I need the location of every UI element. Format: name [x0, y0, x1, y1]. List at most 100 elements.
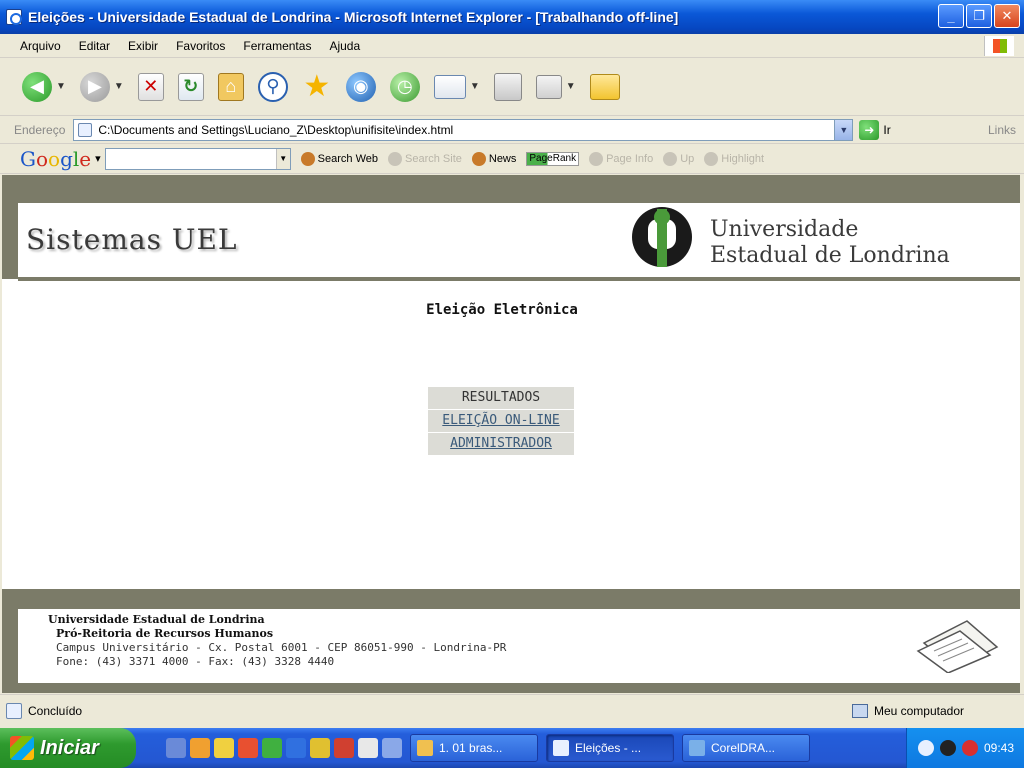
print-button[interactable]	[493, 72, 522, 101]
system-tray: 09:43	[906, 728, 1024, 768]
menu-favoritos[interactable]: Favoritos	[176, 39, 225, 53]
quicklaunch-app8-icon[interactable]	[334, 738, 354, 758]
quicklaunch-app3-icon[interactable]	[214, 738, 234, 758]
refresh-button[interactable]: ↻	[177, 72, 204, 101]
search-site-icon	[388, 151, 402, 166]
ie-window: Eleições - Universidade Estadual de Lond…	[0, 0, 1024, 728]
university-name-line1: Universidade	[710, 217, 859, 242]
address-bar: Endereço C:\Documents and Settings\Lucia…	[0, 116, 1024, 144]
tray-app1-icon[interactable]	[939, 740, 956, 756]
google-search-dropdown-icon[interactable]: ▼	[275, 148, 290, 169]
up-button[interactable]: Up	[663, 151, 695, 166]
footer-campus: Campus Universitário - Cx. Postal 6001 -…	[56, 641, 507, 654]
quicklaunch-app6-icon[interactable]	[286, 738, 306, 758]
pagerank-indicator[interactable]: PageRank	[526, 151, 580, 166]
start-button[interactable]: Iniciar	[0, 728, 136, 768]
media-button[interactable]: ◉	[345, 71, 376, 102]
status-text: Concluído	[28, 703, 83, 718]
home-button[interactable]: ⌂	[217, 72, 244, 101]
maximize-button[interactable]: ❐	[966, 4, 992, 28]
page-info-icon	[589, 151, 604, 166]
menu-editar[interactable]: Editar	[79, 39, 110, 53]
taskbar: Iniciar 1. 01 bras... Eleições - ... Cor…	[0, 728, 1024, 768]
google-search-input[interactable]: ▼	[104, 147, 291, 170]
page-info-label: Page Info	[606, 152, 654, 165]
university-name: Universidade Estadual de Londrina	[710, 217, 950, 269]
page-status-icon	[6, 702, 22, 719]
header-divider	[18, 277, 1020, 281]
task-button-3[interactable]: CorelDRA...	[682, 734, 810, 762]
quicklaunch-app7-icon[interactable]	[310, 738, 330, 758]
documents-icon	[916, 620, 999, 673]
window-title: Eleições - Universidade Estadual de Lond…	[28, 9, 679, 25]
site-brand: Sistemas UEL	[26, 223, 238, 256]
menu-bar: Arquivo Editar Exibir Favoritos Ferramen…	[0, 34, 1024, 58]
history-button[interactable]: ◷	[389, 71, 420, 102]
links-button[interactable]: Links	[988, 123, 1016, 137]
task-label: 1. 01 bras...	[439, 741, 503, 755]
windows-logo-icon	[984, 36, 1014, 56]
back-dropdown-icon[interactable]: ▼	[56, 81, 66, 92]
menu-ferramentas[interactable]: Ferramentas	[243, 39, 311, 53]
close-button[interactable]: ✕	[994, 4, 1020, 28]
google-logo[interactable]: Google	[20, 147, 91, 171]
quicklaunch-app2-icon[interactable]	[190, 738, 210, 758]
google-menu-icon[interactable]: ▾	[95, 152, 101, 165]
task-app-icon	[417, 740, 433, 756]
footer-address: Universidade Estadual de Londrina Pró-Re…	[48, 613, 506, 669]
menu-ajuda[interactable]: Ajuda	[329, 39, 360, 53]
stop-button[interactable]: ✕	[137, 72, 164, 101]
administrador-link[interactable]: ADMINISTRADOR	[428, 433, 574, 455]
start-label: Iniciar	[40, 736, 99, 759]
up-label: Up	[680, 152, 695, 165]
go-button[interactable]: ➜	[859, 119, 880, 140]
search-site-button[interactable]: Search Site	[388, 151, 462, 166]
back-button[interactable]: ◀	[22, 71, 52, 102]
quicklaunch-app1-icon[interactable]	[166, 738, 186, 758]
search-button[interactable]: ⚲	[257, 71, 288, 102]
quicklaunch-app4-icon[interactable]	[238, 738, 258, 758]
task-button-1[interactable]: 1. 01 bras...	[410, 734, 538, 762]
task-label: Eleições - ...	[575, 741, 642, 755]
footer-phone: Fone: (43) 3371 4000 - Fax: (43) 3328 44…	[56, 655, 335, 668]
quicklaunch-app9-icon[interactable]	[358, 738, 378, 758]
mail-dropdown-icon[interactable]: ▼	[470, 81, 480, 92]
task-button-2[interactable]: Eleições - ...	[546, 734, 674, 762]
address-label: Endereço	[14, 122, 66, 137]
quicklaunch-app10-icon[interactable]	[382, 738, 402, 758]
menu-arquivo[interactable]: Arquivo	[20, 39, 61, 53]
quicklaunch-app5-icon[interactable]	[262, 738, 282, 758]
address-input[interactable]: C:\Documents and Settings\Luciano_Z\Desk…	[73, 118, 854, 141]
tray-app2-icon[interactable]	[961, 740, 978, 756]
clock[interactable]: 09:43	[984, 741, 1014, 755]
ie-icon	[6, 9, 22, 25]
forward-dropdown-icon[interactable]: ▼	[114, 81, 124, 92]
page-info-button[interactable]: Page Info	[589, 151, 654, 166]
uel-logo-icon	[632, 207, 692, 267]
forward-button[interactable]: ▶	[79, 71, 110, 102]
search-web-label: Search Web	[317, 152, 378, 165]
highlight-button[interactable]: Highlight	[704, 151, 764, 166]
highlight-icon	[704, 151, 719, 166]
search-web-button[interactable]: Search Web	[300, 151, 378, 166]
search-site-label: Search Site	[405, 152, 462, 165]
edit-dropdown-icon[interactable]: ▼	[566, 81, 576, 92]
tray-expand-icon[interactable]	[917, 740, 934, 756]
windows-flag-icon	[10, 736, 34, 760]
mail-button[interactable]	[433, 74, 466, 99]
favorites-button[interactable]: ★	[302, 70, 332, 103]
edit-button[interactable]	[535, 74, 562, 99]
menu-exibir[interactable]: Exibir	[128, 39, 158, 53]
task-label: CorelDRA...	[711, 741, 776, 755]
resultados-link[interactable]: RESULTADOS	[428, 387, 574, 409]
address-dropdown-icon[interactable]: ▼	[834, 119, 853, 140]
zone-text: Meu computador	[873, 703, 964, 718]
minimize-button[interactable]: _	[938, 4, 964, 28]
eleicao-online-link[interactable]: ELEIÇÃO ON-LINE	[428, 410, 574, 432]
go-label[interactable]: Ir	[883, 123, 890, 137]
folder-button[interactable]	[589, 73, 620, 100]
title-bar[interactable]: Eleições - Universidade Estadual de Lond…	[0, 0, 1024, 34]
footer-department: Pró-Reitoria de Recursos Humanos	[56, 627, 274, 640]
news-button[interactable]: News	[471, 151, 516, 166]
university-name-line2: Estadual de Londrina	[710, 243, 950, 268]
